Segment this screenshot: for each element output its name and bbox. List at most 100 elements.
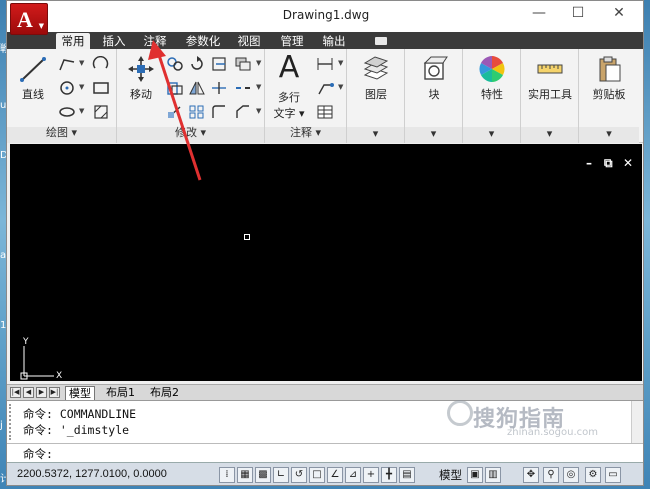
arc-button[interactable] <box>89 53 111 73</box>
steering-wheel-button[interactable]: ◎ <box>563 467 579 483</box>
prev-tab-button[interactable]: ◀ <box>23 387 34 398</box>
chevron-down-icon[interactable]: ▾ <box>405 127 462 140</box>
command-scrollbar[interactable] <box>631 401 643 443</box>
rectangle-button[interactable] <box>89 77 111 97</box>
ortho-toggle[interactable]: ∟ <box>273 467 289 483</box>
zoom-button[interactable]: ⚲ <box>543 467 559 483</box>
rotate-button[interactable] <box>185 53 207 73</box>
drawing-canvas[interactable]: – ⧉ ✕ Y X <box>7 144 642 381</box>
lineweight-toggle[interactable]: ╋ <box>381 467 397 483</box>
multiline-text-button[interactable]: A 多行 文字 ▾ <box>269 53 309 121</box>
table-button[interactable] <box>313 101 335 121</box>
tab-layout1[interactable]: 布局1 <box>103 386 138 400</box>
join-button[interactable] <box>231 101 253 121</box>
tab-view[interactable]: 视图 <box>232 33 266 49</box>
chevron-down-icon[interactable]: ▼ <box>79 107 84 115</box>
stretch-button[interactable] <box>163 77 185 97</box>
clean-screen-button[interactable]: ▭ <box>605 467 621 483</box>
tab-model[interactable]: 模型 <box>65 386 95 400</box>
snap-toggle[interactable]: ▦ <box>237 467 253 483</box>
model-space-button[interactable]: 模型 <box>439 467 462 483</box>
grid-toggle[interactable]: ▩ <box>255 467 271 483</box>
panel-modify: 移动 ▼ ▼ ▼ 修改 ▾ <box>117 49 265 143</box>
array-button[interactable] <box>185 101 207 121</box>
chevron-down-icon[interactable]: ▾ <box>579 127 639 140</box>
layers-button[interactable]: 图层 <box>356 55 396 102</box>
tab-layout2[interactable]: 布局2 <box>147 386 182 400</box>
chevron-down-icon[interactable]: ▾ <box>521 127 578 140</box>
line-button[interactable]: 直线 <box>13 55 53 102</box>
tab-annotate[interactable]: 注释 <box>138 33 172 49</box>
dyn-toggle[interactable]: + <box>363 467 379 483</box>
chevron-down-icon[interactable]: ▼ <box>256 59 261 67</box>
scale-icon <box>168 106 181 118</box>
clipboard-button[interactable]: 剪贴板 <box>585 55 633 102</box>
chevron-down-icon[interactable]: ▼ <box>338 83 343 91</box>
minimize-button[interactable]: — <box>529 5 549 21</box>
quick-properties-toggle[interactable]: ▤ <box>399 467 415 483</box>
leader-button[interactable] <box>313 77 335 97</box>
block-button[interactable]: 块 <box>414 55 454 102</box>
viewport-minimize-button[interactable]: – <box>586 156 592 170</box>
chevron-down-icon[interactable]: ▼ <box>256 107 261 115</box>
properties-label: 特性 <box>481 88 503 101</box>
chevron-down-icon[interactable]: ▼ <box>256 83 261 91</box>
chevron-down-icon[interactable]: ▾ <box>463 127 520 140</box>
erase-button[interactable] <box>231 53 253 73</box>
circle-button[interactable] <box>55 77 77 97</box>
ribbon-minimize-icon[interactable] <box>375 37 387 45</box>
application-menu-button[interactable]: A ▼ <box>10 3 48 35</box>
otrack-toggle[interactable]: ∠ <box>327 467 343 483</box>
tab-manage[interactable]: 管理 <box>275 33 309 49</box>
last-tab-button[interactable]: ▶| <box>49 387 60 398</box>
close-button[interactable]: ✕ <box>609 5 629 21</box>
crosshair-cursor <box>244 234 250 240</box>
workspace-switch-button[interactable]: ⚙ <box>585 467 601 483</box>
next-tab-button[interactable]: ▶ <box>36 387 47 398</box>
break-button[interactable] <box>231 77 253 97</box>
chevron-down-icon[interactable]: ▼ <box>79 59 84 67</box>
command-input[interactable]: 命令: <box>7 443 643 461</box>
quick-view-drawings-button[interactable]: ▥ <box>485 467 501 483</box>
pan-button[interactable]: ✥ <box>523 467 539 483</box>
mirror-button[interactable] <box>185 77 207 97</box>
chevron-down-icon[interactable]: ▼ <box>79 83 84 91</box>
viewport-restore-button[interactable]: ⧉ <box>604 156 613 171</box>
panel-modify-title[interactable]: 修改 ▾ <box>117 124 264 140</box>
tab-insert[interactable]: 插入 <box>97 33 131 49</box>
layers-icon <box>363 56 389 80</box>
viewport-close-button[interactable]: ✕ <box>623 156 633 170</box>
panel-draw-title[interactable]: 绘图 ▾ <box>7 124 116 140</box>
scale-button[interactable] <box>163 101 185 121</box>
tab-home[interactable]: 常用 <box>56 33 90 49</box>
infer-constraints-toggle[interactable]: ⁞ <box>219 467 235 483</box>
hatch-button[interactable] <box>89 101 111 121</box>
offset-button[interactable] <box>207 101 229 121</box>
linear-dimension-button[interactable] <box>313 53 335 73</box>
maximize-button[interactable]: ☐ <box>568 5 588 21</box>
autocad-logo: A <box>17 7 33 32</box>
osnap-toggle[interactable]: □ <box>309 467 325 483</box>
dimension-icon <box>317 58 333 70</box>
panel-annotation-title[interactable]: 注释 ▾ <box>265 124 346 140</box>
command-history-line: 命令: COMMANDLINE <box>23 407 137 421</box>
polar-toggle[interactable]: ↺ <box>291 467 307 483</box>
trim-button[interactable] <box>207 53 229 73</box>
polyline-button[interactable] <box>55 53 77 73</box>
command-window-grip[interactable] <box>9 404 15 440</box>
fillet-button[interactable] <box>207 77 229 97</box>
quick-view-layouts-button[interactable]: ▣ <box>467 467 483 483</box>
tab-parametric[interactable]: 参数化 <box>181 33 225 49</box>
command-prompt: 命令: <box>23 447 53 461</box>
properties-button[interactable]: 特性 <box>472 55 512 102</box>
chevron-down-icon[interactable]: ▾ <box>347 127 404 140</box>
chevron-down-icon[interactable]: ▼ <box>338 59 343 67</box>
utilities-button[interactable]: 实用工具 <box>525 55 575 102</box>
first-tab-button[interactable]: |◀ <box>10 387 21 398</box>
array-icon <box>189 105 204 119</box>
move-button[interactable]: 移动 <box>121 55 161 102</box>
tab-output[interactable]: 输出 <box>317 33 351 49</box>
copy-button[interactable] <box>163 53 185 73</box>
ducs-toggle[interactable]: ⊿ <box>345 467 361 483</box>
ellipse-button[interactable] <box>55 101 77 121</box>
